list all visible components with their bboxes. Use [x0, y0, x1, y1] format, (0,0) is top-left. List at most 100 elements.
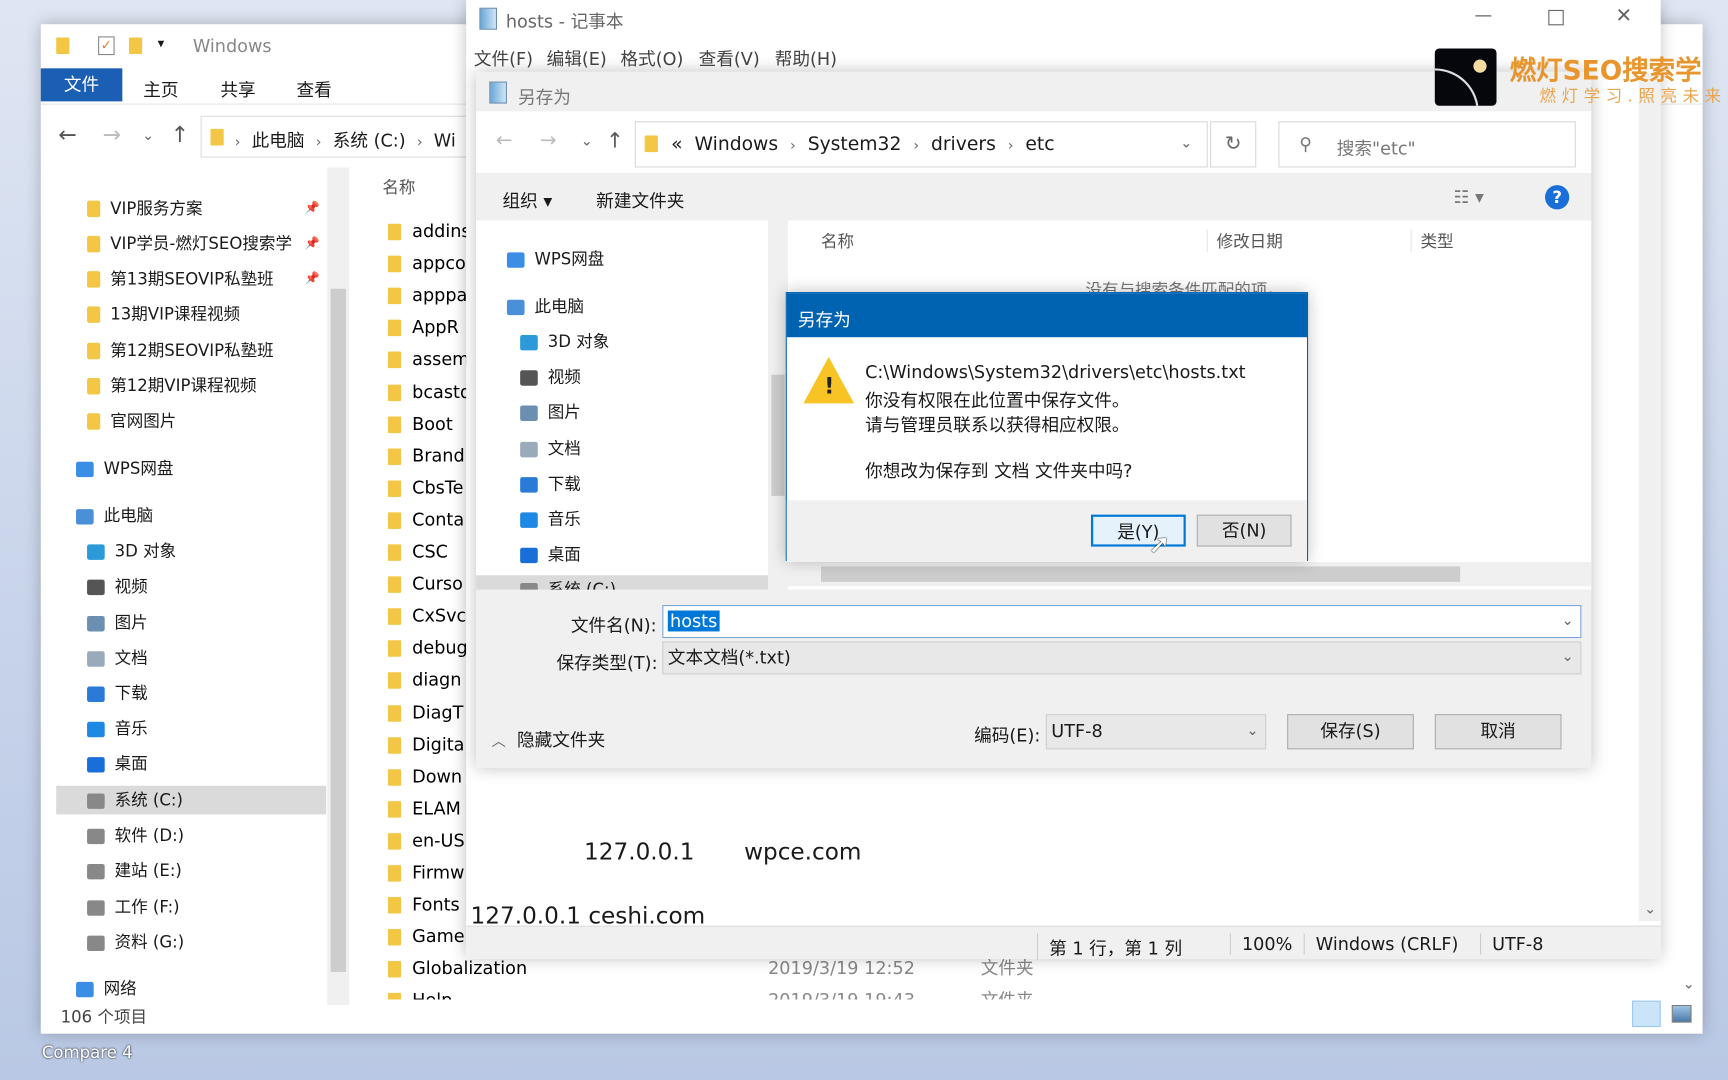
nav-item[interactable]: VIP学员-燃灯SEO搜索学 📌 [56, 229, 326, 258]
nav-item[interactable]: 音乐 [476, 505, 768, 534]
menu-view[interactable]: 查看(V) [699, 44, 760, 70]
column-name[interactable]: 名称 [382, 175, 415, 198]
column-name[interactable]: 名称 [821, 229, 854, 252]
nav-item[interactable]: 视频 [56, 572, 326, 601]
dropdown-icon[interactable]: ⌄ [1562, 642, 1574, 673]
nav-item[interactable]: 网络 [56, 974, 326, 1003]
forward-button[interactable]: → [540, 129, 557, 152]
breadcrumb-item[interactable]: 系统 (C:) [333, 130, 406, 151]
breadcrumb-item[interactable]: Wi [434, 130, 456, 151]
customize-icon[interactable]: ▾ [158, 35, 165, 50]
path-item[interactable]: etc [1025, 133, 1054, 155]
column-type[interactable]: 类型 [1410, 229, 1454, 253]
nav-item[interactable]: 此电脑 [476, 292, 768, 321]
nav-scrollbar[interactable] [327, 167, 350, 1006]
dropdown-icon[interactable]: ⌄ [1246, 715, 1258, 748]
nav-item[interactable]: 建站 (E:) [56, 856, 326, 885]
nav-item[interactable]: 软件 (D:) [56, 821, 326, 850]
hosts-line[interactable]: 127.0.0.1 wpce.com [584, 839, 861, 865]
nav-item[interactable]: 视频 [476, 363, 768, 392]
path-item[interactable]: Windows [695, 133, 779, 155]
hide-folders-toggle[interactable]: ︿ 隐藏文件夹 [491, 725, 605, 751]
nav-item[interactable]: 13期VIP课程视频 [56, 300, 326, 329]
nav-item[interactable]: VIP服务方案 📌 [56, 194, 326, 223]
maximize-button[interactable] [1548, 9, 1564, 26]
up-button[interactable]: ↑ [171, 121, 189, 147]
nav-item[interactable]: 资料 (G:) [56, 928, 326, 957]
nav-item[interactable]: 3D 对象 [56, 537, 326, 566]
no-button[interactable]: 否(N) [1196, 514, 1292, 547]
help-icon[interactable]: ? [1545, 185, 1570, 210]
menu-file[interactable]: 文件(F) [474, 44, 533, 70]
recent-dropdown[interactable]: ⌄ [142, 128, 154, 145]
nav-item[interactable]: 下载 [476, 469, 768, 498]
tab-file[interactable]: 文件 [40, 68, 123, 102]
file-row[interactable]: Help 2019/3/19 19:43 文件夹 [387, 987, 1159, 1000]
nav-item[interactable]: 此电脑 [56, 501, 326, 530]
new-folder-button[interactable]: 新建文件夹 [596, 186, 684, 212]
up-button[interactable]: ↑ [606, 129, 624, 153]
nav-item[interactable]: 文档 [476, 434, 768, 463]
tab-view[interactable]: 查看 [296, 75, 331, 101]
column-date[interactable]: 修改日期 [1206, 229, 1283, 253]
yes-button[interactable]: 是(Y) [1090, 514, 1186, 547]
nav-item[interactable]: 第12期VIP课程视频 [56, 371, 326, 400]
tab-share[interactable]: 共享 [220, 75, 255, 101]
nav-item[interactable]: 系统 (C:) [476, 575, 769, 590]
pin-icon[interactable]: 📌 [304, 229, 319, 258]
cancel-button[interactable]: 取消 [1434, 714, 1562, 750]
scroll-down-icon[interactable]: ⌄ [1644, 901, 1656, 918]
pin-icon[interactable]: 📌 [304, 194, 319, 223]
back-button[interactable]: ← [496, 129, 513, 152]
nav-item[interactable]: WPS网盘 [476, 245, 768, 274]
close-button[interactable]: ✕ [1616, 4, 1633, 27]
view-options-icon[interactable]: ☷ ▾ [1454, 186, 1484, 207]
search-input[interactable]: ⚲ 搜索"etc" [1278, 121, 1576, 168]
properties-icon[interactable]: ✓ [98, 36, 115, 56]
dropdown-icon[interactable]: ⌄ [1562, 613, 1574, 630]
tab-home[interactable]: 主页 [143, 75, 178, 101]
nav-item[interactable]: 3D 对象 [476, 327, 768, 356]
scroll-down-icon[interactable]: ⌄ [1683, 976, 1695, 993]
nav-item[interactable]: 工作 (F:) [56, 893, 326, 922]
nav-item[interactable]: 图片 [476, 398, 768, 427]
breadcrumb-item[interactable]: 此电脑 [252, 130, 305, 151]
details-view-icon[interactable] [1632, 1000, 1661, 1028]
nav-item[interactable]: 系统 (C:) [56, 785, 327, 815]
overflow-chevron[interactable]: « [671, 133, 682, 155]
notepad-scrollbar[interactable]: ⌄ [1638, 72, 1661, 922]
nav-item[interactable]: 官网图片 [56, 407, 326, 436]
menu-format[interactable]: 格式(O) [620, 44, 683, 70]
path-item[interactable]: drivers [931, 133, 996, 155]
new-folder-icon[interactable] [128, 37, 143, 54]
recent-dropdown[interactable]: ⌄ [581, 133, 593, 150]
nav-item[interactable]: WPS网盘 [56, 454, 326, 483]
nav-item[interactable]: 文档 [56, 644, 326, 673]
nav-item[interactable]: 第13期SEOVIP私塾班 📌 [56, 264, 326, 293]
horizontal-scrollbar[interactable] [787, 562, 1592, 587]
path-item[interactable]: System32 [808, 133, 902, 155]
pin-icon[interactable]: 📌 [304, 264, 319, 293]
nav-item[interactable]: 下载 [56, 679, 326, 708]
large-icons-view-icon[interactable] [1671, 1005, 1692, 1023]
minimize-button[interactable]: — [1474, 4, 1492, 25]
back-button[interactable]: ← [58, 121, 76, 147]
nav-item[interactable]: 桌面 [56, 749, 326, 778]
nav-item[interactable]: 音乐 [56, 714, 326, 743]
dialog-address-bar[interactable]: « Windows › System32 › drivers › etc ⌄ [634, 121, 1208, 168]
save-button[interactable]: 保存(S) [1287, 714, 1414, 750]
file-type-select[interactable]: 文本文档(*.txt) ⌄ [662, 641, 1582, 675]
address-dropdown-icon[interactable]: ⌄ [1180, 136, 1192, 153]
nav-item[interactable]: 桌面 [476, 540, 768, 569]
desktop-icon-label[interactable]: Compare 4 [42, 1042, 133, 1062]
forward-button[interactable]: → [102, 121, 120, 147]
download-icon [87, 685, 105, 702]
organize-menu[interactable]: 组织 ▾ [503, 186, 553, 212]
filename-input[interactable]: hosts ⌄ [662, 604, 1582, 639]
menu-edit[interactable]: 编辑(E) [547, 44, 607, 70]
nav-item[interactable]: 图片 [56, 608, 326, 637]
menu-help[interactable]: 帮助(H) [775, 44, 837, 70]
nav-item[interactable]: 第12期SEOVIP私塾班 [56, 336, 326, 365]
refresh-button[interactable]: ↻ [1209, 121, 1257, 168]
encoding-select[interactable]: UTF-8 ⌄ [1045, 714, 1267, 750]
